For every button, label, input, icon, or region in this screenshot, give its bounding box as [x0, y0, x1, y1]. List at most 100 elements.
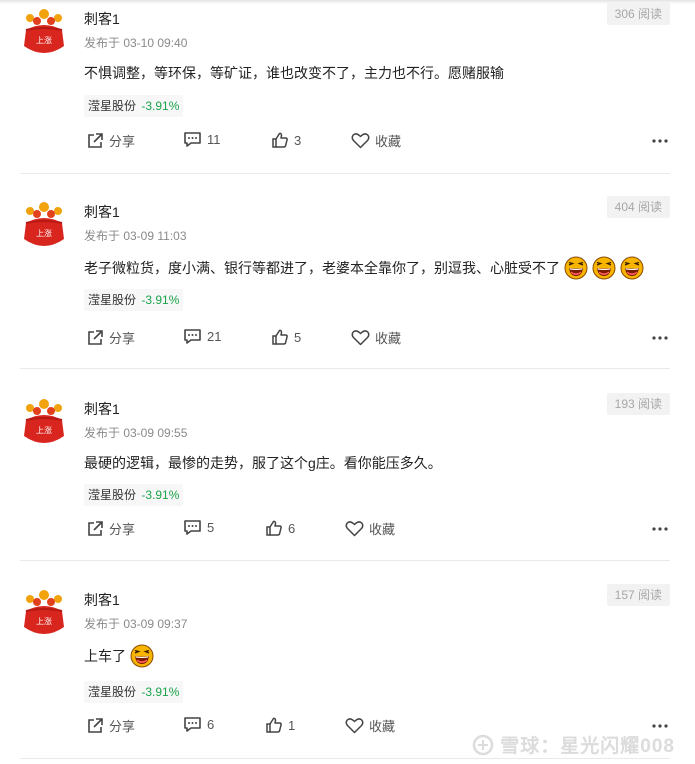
share-label: 分享	[109, 522, 136, 537]
stock-change: -3.91%	[141, 99, 180, 113]
thumbs-up-icon	[272, 329, 288, 345]
share-button[interactable]: 分享	[86, 716, 135, 735]
like-button[interactable]: 1	[265, 716, 295, 734]
stock-change: -3.91%	[141, 685, 180, 699]
like-count: 3	[294, 132, 302, 148]
post-time: 发布于 03-10 09:40	[84, 36, 188, 50]
favorite-button[interactable]: 收藏	[351, 328, 401, 347]
like-button[interactable]: 5	[271, 328, 301, 346]
avatar[interactable]: 上涨	[22, 8, 66, 58]
svg-text:上涨: 上涨	[36, 616, 52, 626]
post-text: 不惧调整，等环保，等矿证，谁也改变不了，主力也不行。愿赌服输	[84, 65, 504, 81]
comment-button[interactable]: 5	[183, 519, 214, 536]
stock-name: 滢星股份	[88, 488, 137, 502]
share-label: 分享	[109, 331, 136, 346]
post-content[interactable]: 老子微粒货，度小满、银行等都进了，老婆本全靠你了，别逗我、心脏受不了	[84, 256, 644, 280]
post-divider	[20, 368, 670, 369]
like-count: 5	[294, 329, 302, 345]
svg-text:上涨: 上涨	[36, 228, 52, 238]
post-content[interactable]: 上车了	[84, 644, 154, 668]
author-name[interactable]: 刺客1	[84, 202, 120, 222]
share-button[interactable]: 分享	[86, 131, 135, 150]
post-time: 发布于 03-09 11:03	[84, 229, 187, 243]
share-label: 分享	[109, 719, 136, 734]
favorite-label: 收藏	[369, 719, 396, 734]
share-button[interactable]: 分享	[86, 328, 135, 347]
heart-icon	[345, 521, 364, 537]
avatar[interactable]: 上涨	[22, 589, 66, 639]
view-count-badge: 404 阅读	[606, 196, 670, 218]
favorite-label: 收藏	[375, 134, 402, 149]
watermark-text: 雪球：星光闪耀008	[500, 736, 675, 757]
thumbs-up-icon	[266, 717, 282, 733]
comment-icon	[184, 717, 201, 732]
stock-tag[interactable]: 滢星股份 -3.91%	[84, 681, 184, 703]
share-icon	[88, 717, 103, 733]
comment-count: 5	[207, 520, 215, 535]
stock-tag[interactable]: 滢星股份 -3.91%	[84, 484, 184, 506]
top-shadow	[0, 0, 695, 4]
post-content[interactable]: 不惧调整，等环保，等矿证，谁也改变不了，主力也不行。愿赌服输	[84, 63, 504, 83]
stock-tag[interactable]: 滢星股份 -3.91%	[84, 289, 184, 311]
post-time: 发布于 03-09 09:37	[84, 617, 188, 631]
watermark: 雪球：星光闪耀008	[470, 731, 675, 758]
stock-tag[interactable]: 滢星股份 -3.91%	[84, 95, 184, 117]
stock-name: 滢星股份	[88, 685, 137, 699]
thumbs-up-icon	[266, 520, 282, 536]
author-name[interactable]: 刺客1	[84, 9, 120, 29]
like-count: 1	[288, 717, 296, 733]
svg-text:上涨: 上涨	[36, 425, 52, 435]
comment-button[interactable]: 21	[183, 328, 221, 345]
post-text: 老子微粒货，度小满、银行等都进了，老婆本全靠你了，别逗我、心脏受不了	[84, 260, 560, 276]
avatar[interactable]: 上涨	[22, 398, 66, 448]
favorite-button[interactable]: 收藏	[351, 131, 401, 150]
post-text: 上车了	[84, 648, 126, 664]
favorite-button[interactable]: 收藏	[345, 716, 395, 735]
favorite-label: 收藏	[375, 331, 402, 346]
like-button[interactable]: 6	[265, 519, 295, 537]
heart-icon	[345, 718, 364, 734]
comment-count: 21	[207, 329, 222, 344]
comment-button[interactable]: 11	[183, 131, 221, 148]
stock-name: 滢星股份	[88, 293, 137, 307]
laughing-emoji-icon	[620, 256, 644, 280]
post-text: 最硬的逻辑，最惨的走势，服了这个g庄。看你能压多久。	[84, 455, 442, 471]
comment-count: 6	[207, 717, 215, 732]
view-count-badge: 157 阅读	[606, 584, 670, 606]
comment-icon	[184, 329, 201, 344]
more-options-icon[interactable]	[651, 134, 669, 148]
stock-change: -3.91%	[141, 488, 180, 502]
post-content[interactable]: 最硬的逻辑，最惨的走势，服了这个g庄。看你能压多久。	[84, 453, 442, 473]
comment-button[interactable]: 6	[183, 716, 214, 733]
comment-count: 11	[207, 132, 221, 147]
share-icon	[88, 132, 103, 148]
share-label: 分享	[109, 134, 136, 149]
author-name[interactable]: 刺客1	[84, 590, 120, 610]
share-icon	[88, 520, 103, 536]
like-count: 6	[288, 520, 296, 536]
share-button[interactable]: 分享	[86, 519, 135, 538]
heart-icon	[351, 330, 370, 346]
comment-icon	[184, 132, 201, 147]
post-time: 发布于 03-09 09:55	[84, 426, 188, 440]
author-name[interactable]: 刺客1	[84, 399, 120, 419]
stock-name: 滢星股份	[88, 99, 137, 113]
laughing-emoji-icon	[564, 256, 588, 280]
laughing-emoji-icon	[130, 644, 154, 668]
view-count-badge: 306 阅读	[606, 3, 670, 25]
heart-icon	[351, 133, 370, 149]
stock-change: -3.91%	[141, 293, 180, 307]
share-icon	[88, 329, 103, 345]
thumbs-up-icon	[272, 132, 288, 148]
comment-icon	[184, 520, 201, 535]
like-button[interactable]: 3	[271, 131, 301, 149]
more-options-icon[interactable]	[651, 331, 669, 345]
post-divider	[20, 173, 670, 174]
favorite-button[interactable]: 收藏	[345, 519, 395, 538]
snowball-logo-icon	[473, 734, 494, 755]
more-options-icon[interactable]	[651, 522, 669, 536]
post-divider	[20, 560, 670, 561]
laughing-emoji-icon	[592, 256, 616, 280]
post-divider	[20, 758, 670, 759]
avatar[interactable]: 上涨	[22, 201, 66, 251]
